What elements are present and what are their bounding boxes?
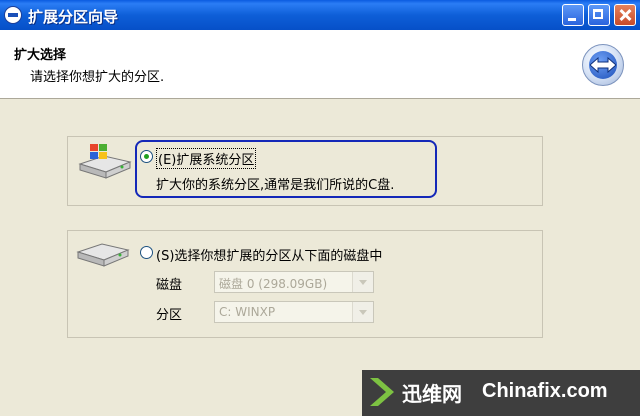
maximize-button[interactable] — [588, 4, 610, 26]
header-title: 扩大选择 — [14, 48, 67, 63]
header-subtitle: 请选择你想扩大的分区. — [30, 70, 165, 85]
disk-label: 磁盘 — [156, 278, 183, 293]
app-icon — [4, 6, 22, 24]
watermark-logo-icon — [370, 378, 394, 406]
highlight-annotation — [135, 140, 437, 198]
partition-arrows-icon — [582, 44, 624, 86]
disk-select-value: 磁盘 0 (298.09GB) — [219, 277, 328, 291]
title-bar[interactable]: 扩展分区向导 — [0, 0, 640, 30]
watermark-en: Chinafix.com — [482, 380, 608, 402]
partition-select-value: C: WINXP — [219, 305, 276, 319]
close-button[interactable] — [614, 4, 636, 26]
partition-select[interactable]: C: WINXP — [214, 301, 374, 323]
select-partition-radio[interactable] — [140, 246, 153, 259]
disk-select[interactable]: 磁盘 0 (298.09GB) — [214, 271, 374, 293]
hard-disk-icon — [76, 243, 130, 267]
wizard-header — [0, 30, 640, 99]
select-partition-label[interactable]: (S)选择你想扩展的分区从下面的磁盘中 — [156, 245, 382, 264]
chevron-down-icon[interactable] — [352, 302, 373, 322]
minimize-button[interactable] — [562, 4, 584, 26]
window-title: 扩展分区向导 — [28, 8, 119, 26]
partition-label: 分区 — [156, 308, 183, 323]
system-disk-icon — [78, 144, 132, 179]
watermark-cn: 迅维网 — [402, 382, 462, 406]
chevron-down-icon[interactable] — [352, 272, 373, 292]
